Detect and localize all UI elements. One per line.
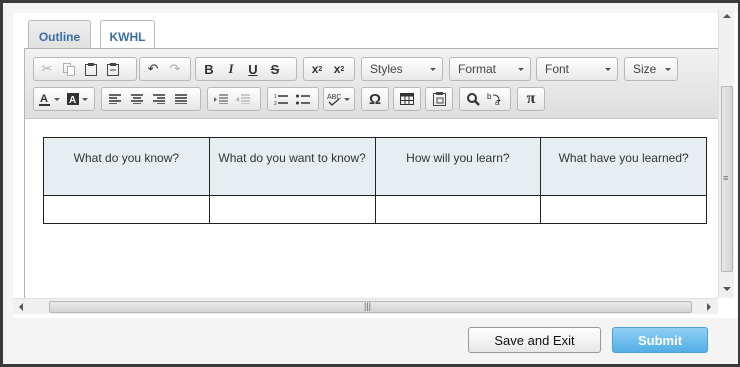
align-right-icon[interactable] bbox=[148, 89, 170, 109]
submit-button[interactable]: Submit bbox=[612, 327, 708, 353]
format-dropdown-label: Format bbox=[458, 62, 497, 76]
styles-dropdown-label: Styles bbox=[370, 62, 403, 76]
editor-toolbar: ✂ ↶ ↷ B I U S x2 x2 Styles Format Font S… bbox=[25, 49, 719, 119]
align-group bbox=[101, 87, 201, 111]
table-cell[interactable] bbox=[208, 195, 376, 224]
horizontal-scroll-thumb[interactable]: ||| bbox=[49, 301, 692, 313]
chevron-down-icon bbox=[518, 68, 524, 71]
styles-dropdown[interactable]: Styles bbox=[361, 57, 443, 81]
kwhl-table: What do you know? What do you want to kn… bbox=[43, 137, 707, 224]
vertical-scrollbar[interactable]: ≡ bbox=[718, 10, 734, 298]
scroll-up-icon[interactable] bbox=[723, 14, 731, 18]
table-cell[interactable] bbox=[540, 195, 707, 224]
numbered-list-icon[interactable]: 12 bbox=[270, 89, 292, 109]
font-dropdown-label: Font bbox=[545, 62, 570, 76]
bulleted-list-icon[interactable] bbox=[292, 89, 314, 109]
clipboard-group: ✂ bbox=[33, 57, 137, 81]
omega-icon[interactable]: Ω bbox=[364, 89, 386, 109]
replace-icon[interactable]: ba bbox=[484, 89, 506, 109]
underline-button[interactable]: U bbox=[242, 59, 264, 79]
text-color-icon[interactable]: A bbox=[36, 89, 64, 109]
paste-word-group bbox=[425, 87, 453, 111]
basic-styles-group: B I U S bbox=[195, 57, 297, 81]
search-icon[interactable] bbox=[462, 89, 484, 109]
table-header-cell[interactable]: What do you know? bbox=[43, 137, 210, 196]
horizontal-scrollbar[interactable]: ||| bbox=[13, 298, 718, 314]
scroll-right-icon[interactable] bbox=[707, 303, 711, 311]
paste-word-icon[interactable] bbox=[428, 89, 450, 109]
svg-text:ABC: ABC bbox=[327, 94, 341, 101]
align-justify-icon[interactable] bbox=[170, 89, 192, 109]
scroll-down-icon[interactable] bbox=[723, 287, 731, 291]
spellcheck-group: ABC bbox=[323, 87, 355, 111]
chevron-down-icon bbox=[665, 68, 671, 71]
svg-text:1: 1 bbox=[274, 94, 277, 100]
background-color-icon[interactable]: A bbox=[64, 89, 92, 109]
italic-button[interactable]: I bbox=[220, 59, 242, 79]
special-char-group: Ω bbox=[361, 87, 389, 111]
format-dropdown[interactable]: Format bbox=[449, 57, 531, 81]
save-and-exit-button[interactable]: Save and Exit bbox=[468, 327, 601, 353]
redo-icon[interactable]: ↷ bbox=[164, 59, 186, 79]
undo-icon[interactable]: ↶ bbox=[142, 59, 164, 79]
spellcheck-icon[interactable]: ABC bbox=[326, 89, 352, 109]
table-header-row: What do you know? What do you want to kn… bbox=[43, 137, 707, 196]
bold-button[interactable]: B bbox=[198, 59, 220, 79]
rich-text-editor: ✂ ↶ ↷ B I U S x2 x2 Styles Format Font S… bbox=[24, 48, 720, 298]
paste-text-icon[interactable] bbox=[102, 59, 124, 79]
align-center-icon[interactable] bbox=[126, 89, 148, 109]
paste-icon[interactable] bbox=[80, 59, 102, 79]
svg-text:A: A bbox=[69, 95, 76, 106]
table-header-cell[interactable]: How will you learn? bbox=[374, 137, 542, 196]
table-group bbox=[393, 87, 421, 111]
grip-icon: ||| bbox=[364, 301, 372, 311]
math-group: π bbox=[517, 87, 545, 111]
size-dropdown[interactable]: Size bbox=[624, 57, 678, 81]
align-left-icon[interactable] bbox=[104, 89, 126, 109]
size-dropdown-label: Size bbox=[633, 62, 657, 76]
editor-content[interactable]: What do you know? What do you want to kn… bbox=[25, 120, 719, 298]
table-header-cell[interactable]: What have you learned? bbox=[540, 137, 707, 196]
strikethrough-button[interactable]: S bbox=[264, 59, 286, 79]
color-group: A A bbox=[33, 87, 95, 111]
copy-icon[interactable] bbox=[58, 59, 80, 79]
pi-icon[interactable]: π bbox=[520, 89, 542, 109]
history-group: ↶ ↷ bbox=[139, 57, 191, 81]
indent-icon[interactable] bbox=[210, 89, 232, 109]
table-header-cell[interactable]: What do you want to know? bbox=[208, 137, 376, 196]
svg-text:A: A bbox=[40, 93, 48, 105]
indent-group bbox=[207, 87, 261, 111]
svg-text:b: b bbox=[487, 92, 492, 101]
script-group: x2 x2 bbox=[303, 57, 355, 81]
cut-icon[interactable]: ✂ bbox=[36, 59, 58, 79]
chevron-down-icon bbox=[605, 68, 611, 71]
scroll-left-icon[interactable] bbox=[19, 303, 23, 311]
find-group: ba bbox=[459, 87, 511, 111]
grip-icon: ≡ bbox=[723, 173, 729, 183]
subscript-icon[interactable]: x2 bbox=[306, 59, 328, 79]
table-cell[interactable] bbox=[374, 195, 542, 224]
table-row bbox=[43, 195, 707, 224]
font-dropdown[interactable]: Font bbox=[536, 57, 618, 81]
outdent-icon[interactable] bbox=[232, 89, 254, 109]
list-group: 12 bbox=[267, 87, 319, 111]
table-cell[interactable] bbox=[43, 195, 210, 224]
vertical-scroll-thumb[interactable]: ≡ bbox=[721, 86, 733, 272]
superscript-icon[interactable]: x2 bbox=[328, 59, 350, 79]
svg-text:2: 2 bbox=[274, 101, 277, 105]
table-icon[interactable] bbox=[396, 89, 418, 109]
chevron-down-icon bbox=[430, 68, 436, 71]
